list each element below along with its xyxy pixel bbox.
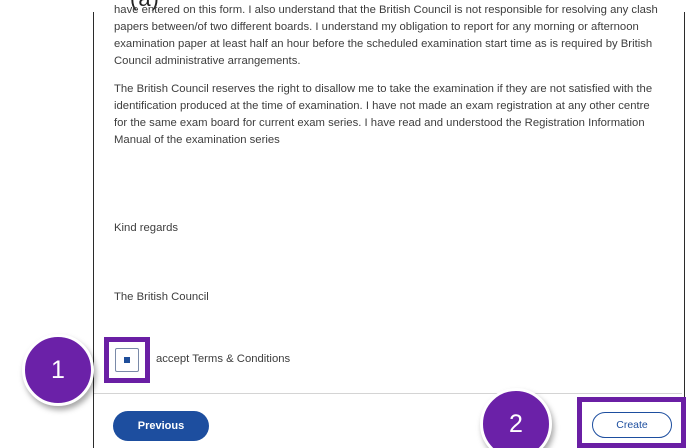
step-badge-1: 1 — [22, 334, 94, 406]
accept-terms-checkbox[interactable] — [115, 348, 139, 372]
create-button[interactable]: Create — [592, 412, 672, 438]
accept-terms-label[interactable]: accept Terms & Conditions — [156, 353, 290, 365]
previous-button[interactable]: Previous — [113, 411, 209, 441]
create-highlight-frame: Create — [577, 397, 686, 448]
signature-text: The British Council — [114, 291, 209, 303]
checkbox-checked-mark — [124, 357, 130, 363]
screenshot-stage: (a) have entered on this form. I also un… — [0, 0, 686, 448]
terms-panel: have entered on this form. I also unders… — [93, 4, 685, 448]
terms-paragraph: have entered on this form. I also unders… — [114, 4, 658, 67]
terms-paragraph: The British Council reserves the right t… — [114, 83, 653, 146]
checkbox-highlight-frame — [104, 337, 150, 383]
closing-text: Kind regards — [114, 222, 179, 234]
footer-divider — [94, 393, 682, 394]
